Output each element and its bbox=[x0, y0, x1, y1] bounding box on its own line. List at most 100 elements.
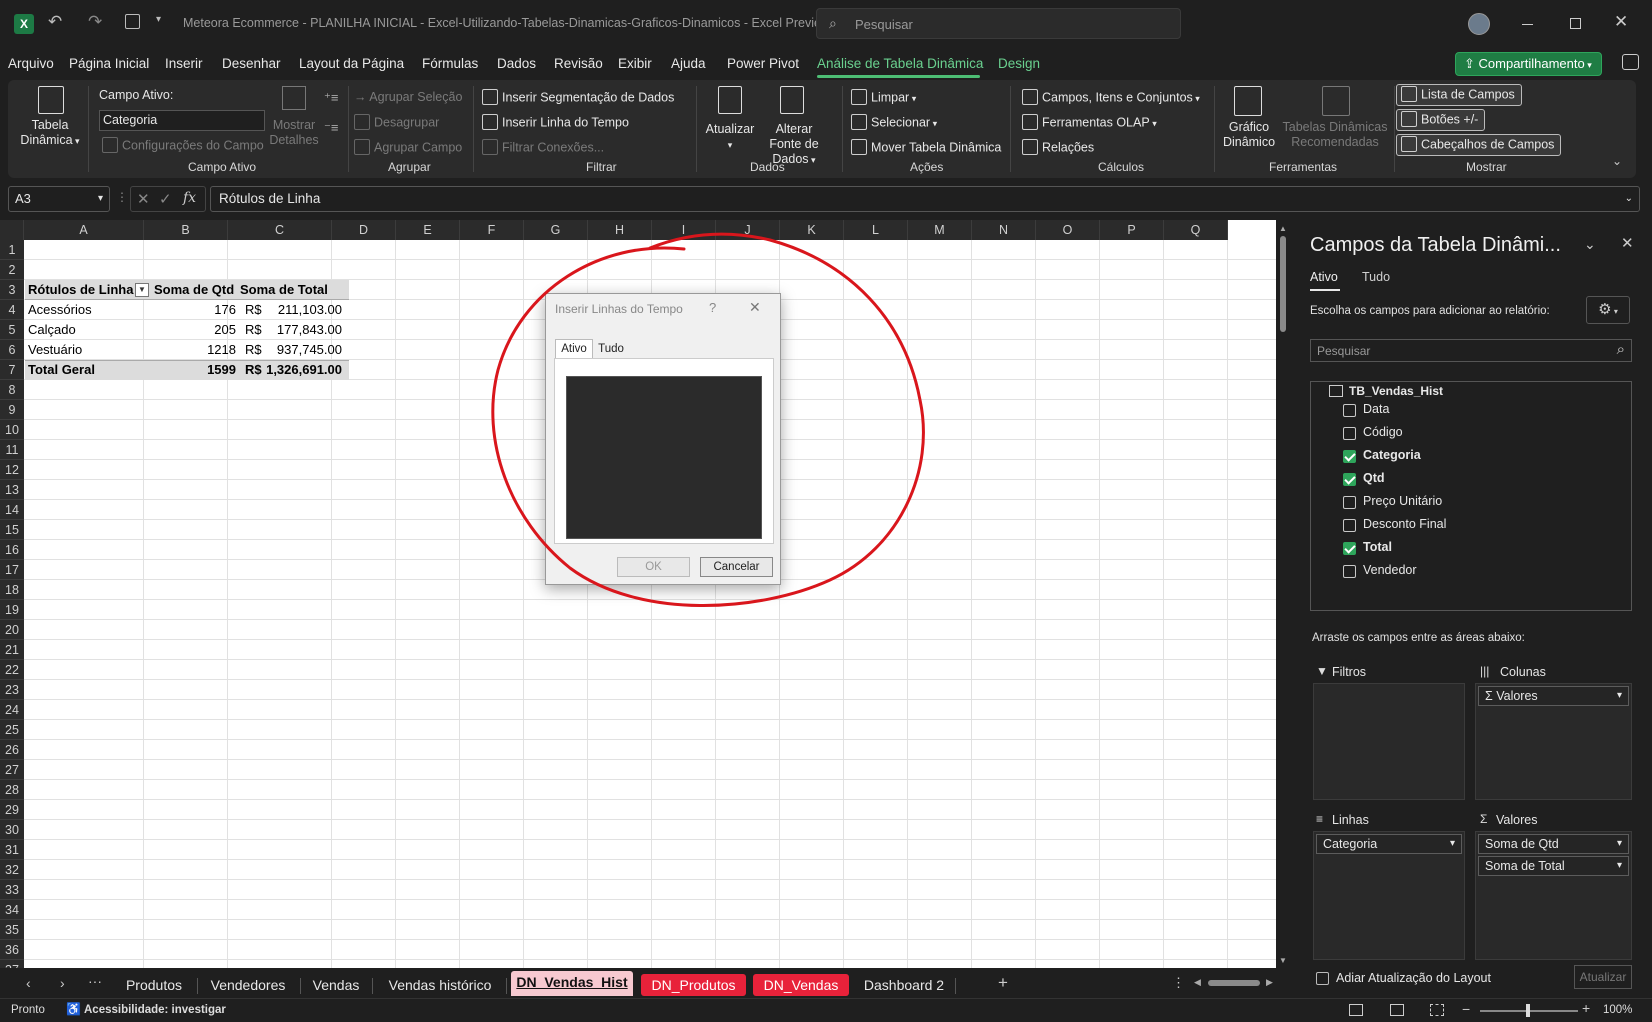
row-header[interactable]: 10 bbox=[0, 420, 24, 440]
field-label[interactable]: Qtd bbox=[1363, 471, 1385, 485]
customize-toolbar-icon[interactable]: ▾ bbox=[156, 14, 161, 25]
field-checkbox[interactable] bbox=[1343, 404, 1356, 417]
row-header[interactable]: 34 bbox=[0, 900, 24, 920]
dialog-close-icon[interactable]: ✕ bbox=[749, 299, 761, 316]
horizontal-scrollbar-thumb[interactable] bbox=[1208, 980, 1260, 986]
row-header[interactable]: 1 bbox=[0, 240, 24, 260]
column-header[interactable]: I bbox=[652, 220, 716, 240]
column-header[interactable]: J bbox=[716, 220, 780, 240]
field-checkbox[interactable] bbox=[1343, 427, 1356, 440]
pivot-row-total[interactable]: 211,103.00 bbox=[260, 300, 342, 320]
cabecalhos-toggle[interactable]: Cabeçalhos de Campos bbox=[1396, 134, 1562, 156]
tab-pagina-inicial[interactable]: Página Inicial bbox=[69, 56, 149, 71]
accessibility-status[interactable]: Acessibilidade: investigar bbox=[84, 1004, 226, 1016]
prev-sheet-icon[interactable]: ‹ bbox=[26, 975, 31, 991]
row-header[interactable]: 5 bbox=[0, 320, 24, 340]
panel-close-icon[interactable]: ✕ bbox=[1621, 234, 1634, 252]
pivot-header-qtd[interactable]: Soma de Qtd bbox=[154, 280, 234, 300]
selecionar-button[interactable]: Selecionar ▾ bbox=[851, 114, 937, 131]
collapse-ribbon-icon[interactable]: ⌄ bbox=[1612, 154, 1622, 168]
name-box[interactable]: A3 ▾ bbox=[8, 186, 110, 212]
more-sheets-icon[interactable]: ··· bbox=[88, 973, 102, 989]
panel-tab-tudo[interactable]: Tudo bbox=[1362, 270, 1390, 284]
minimize-icon[interactable] bbox=[1522, 24, 1533, 25]
normal-view-icon[interactable] bbox=[1349, 1004, 1363, 1016]
column-header[interactable]: K bbox=[780, 220, 844, 240]
row-header[interactable]: 9 bbox=[0, 400, 24, 420]
area-colunas[interactable]: Σ Valores ▾ bbox=[1475, 683, 1632, 800]
campos-itens-button[interactable]: Campos, Itens e Conjuntos ▾ bbox=[1022, 89, 1200, 106]
pivot-row-label[interactable]: Vestuário bbox=[28, 340, 82, 360]
vertical-scrollbar[interactable]: ▲ ▼ bbox=[1276, 220, 1290, 968]
sheet-tab-vendas[interactable]: Vendas bbox=[306, 974, 366, 996]
limpar-button[interactable]: Limpar ▾ bbox=[851, 89, 916, 106]
panel-options-icon[interactable]: ⌄ bbox=[1584, 236, 1596, 253]
row-header[interactable]: 3 bbox=[0, 280, 24, 300]
scrollbar-thumb[interactable] bbox=[1280, 236, 1286, 332]
column-header[interactable]: G bbox=[524, 220, 588, 240]
row-header[interactable]: 16 bbox=[0, 540, 24, 560]
row-header[interactable]: 32 bbox=[0, 860, 24, 880]
column-header[interactable]: Q bbox=[1164, 220, 1228, 240]
tab-desenhar[interactable]: Desenhar bbox=[222, 56, 281, 71]
row-header[interactable]: 28 bbox=[0, 780, 24, 800]
sheet-tab-produtos[interactable]: Produtos bbox=[117, 974, 191, 996]
field-checkbox[interactable] bbox=[1343, 496, 1356, 509]
pivot-row-total[interactable]: 177,843.00 bbox=[260, 320, 342, 340]
formula-input[interactable]: Rótulos de Linha ⌄ bbox=[210, 186, 1640, 212]
row-header[interactable]: 12 bbox=[0, 460, 24, 480]
dialog-cancel-button[interactable]: Cancelar bbox=[700, 557, 773, 577]
row-header[interactable]: 37 bbox=[0, 960, 24, 968]
row-header[interactable]: 30 bbox=[0, 820, 24, 840]
column-header[interactable]: P bbox=[1100, 220, 1164, 240]
lista-campos-toggle[interactable]: Lista de Campos bbox=[1396, 84, 1522, 106]
row-header[interactable]: 6 bbox=[0, 340, 24, 360]
area-filtros[interactable] bbox=[1313, 683, 1465, 800]
update-layout-button[interactable]: Atualizar bbox=[1574, 965, 1632, 989]
zoom-slider-thumb[interactable] bbox=[1526, 1004, 1530, 1017]
tabelas-recomendadas-button[interactable]: Tabelas Dinâmicas Recomendadas bbox=[1280, 120, 1390, 150]
zoom-in-icon[interactable]: + bbox=[1582, 1000, 1590, 1016]
panel-settings-button[interactable]: ⚙ ▾ bbox=[1586, 296, 1630, 324]
ferramentas-olap-button[interactable]: Ferramentas OLAP ▾ bbox=[1022, 114, 1157, 131]
tab-inserir[interactable]: Inserir bbox=[165, 56, 203, 71]
grafico-dinamico-button[interactable]: Gráfico Dinâmico bbox=[1220, 120, 1278, 150]
collapse-field-icon[interactable]: ⁻≡ bbox=[324, 120, 338, 136]
dialog-tab-tudo[interactable]: Tudo bbox=[594, 340, 628, 359]
field-checkbox[interactable] bbox=[1343, 565, 1356, 578]
share-button[interactable]: ⇪ Compartilhamento ▾ bbox=[1455, 52, 1602, 76]
row-header[interactable]: 21 bbox=[0, 640, 24, 660]
cancel-icon[interactable]: ✕ bbox=[137, 190, 150, 208]
column-header[interactable]: F bbox=[460, 220, 524, 240]
row-header[interactable]: 4 bbox=[0, 300, 24, 320]
row-header[interactable]: 24 bbox=[0, 700, 24, 720]
enter-icon[interactable]: ✓ bbox=[159, 190, 172, 208]
field-label[interactable]: Categoria bbox=[1363, 448, 1421, 462]
desagrupar-button[interactable]: Desagrupar bbox=[354, 114, 439, 131]
relacoes-button[interactable]: Relações bbox=[1022, 139, 1094, 156]
tab-ajuda[interactable]: Ajuda bbox=[671, 56, 706, 71]
field-checkbox[interactable] bbox=[1343, 473, 1356, 486]
field-search-input[interactable]: Pesquisar ⌕ bbox=[1310, 339, 1632, 362]
page-layout-view-icon[interactable] bbox=[1390, 1004, 1404, 1016]
scroll-right-icon[interactable]: ▶ bbox=[1266, 977, 1273, 988]
inserir-linha-tempo-button[interactable]: Inserir Linha do Tempo bbox=[482, 114, 629, 131]
tabela-dinamica-button[interactable]: Tabela Dinâmica ▾ bbox=[18, 118, 82, 149]
row-header[interactable]: 8 bbox=[0, 380, 24, 400]
column-header[interactable]: M bbox=[908, 220, 972, 240]
field-checkbox[interactable] bbox=[1343, 542, 1356, 555]
mover-tabela-button[interactable]: Mover Tabela Dinâmica bbox=[851, 139, 1001, 156]
row-header[interactable]: 26 bbox=[0, 740, 24, 760]
pivot-row-qtd[interactable]: 205 bbox=[150, 320, 236, 340]
panel-tab-ativo[interactable]: Ativo bbox=[1310, 270, 1338, 284]
linhas-categoria-item[interactable]: Categoria ▾ bbox=[1316, 834, 1462, 854]
inserir-segmentacao-button[interactable]: Inserir Segmentação de Dados bbox=[482, 89, 674, 106]
pivot-header-rotulos[interactable]: Rótulos de Linha bbox=[28, 280, 133, 300]
close-window-icon[interactable]: ✕ bbox=[1614, 12, 1628, 32]
column-header[interactable]: O bbox=[1036, 220, 1100, 240]
area-valores[interactable]: Soma de Qtd ▾ Soma de Total ▾ bbox=[1475, 831, 1632, 960]
more-options-icon[interactable]: ⋮ bbox=[1172, 975, 1185, 991]
tab-formulas[interactable]: Fórmulas bbox=[422, 56, 478, 71]
column-header[interactable]: C bbox=[228, 220, 332, 240]
pivot-total-label[interactable]: Total Geral bbox=[28, 360, 95, 380]
